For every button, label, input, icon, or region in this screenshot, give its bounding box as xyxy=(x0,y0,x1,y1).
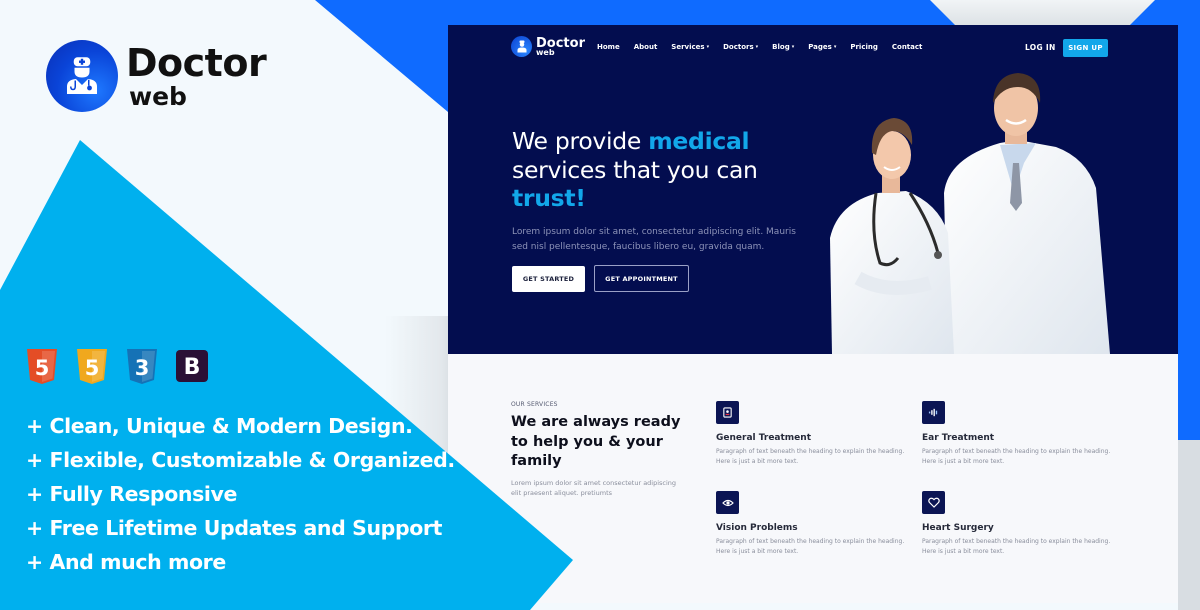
hero-title: We provide medical services that you can… xyxy=(512,127,758,213)
card-text: Paragraph of text beneath the heading to… xyxy=(922,448,1111,465)
feature-item: + And much more xyxy=(26,550,226,574)
nav-link-blog[interactable]: Blog ▾ xyxy=(772,43,794,51)
card-text: Paragraph of text beneath the heading to… xyxy=(922,538,1111,555)
nav-link-label: Pricing xyxy=(850,43,878,51)
feature-item: + Fully Responsive xyxy=(26,482,237,506)
service-card-ear-treatment[interactable]: Ear Treatment Paragraph of text beneath … xyxy=(922,401,1112,467)
card-text: Paragraph of text beneath the heading to… xyxy=(716,448,905,465)
signup-button[interactable]: SIGN UP xyxy=(1063,39,1108,57)
hero-title-text: services that you can xyxy=(512,155,758,184)
nav-link-label: Doctors xyxy=(723,43,754,51)
feature-item: + Free Lifetime Updates and Support xyxy=(26,516,443,540)
nav-link-label: About xyxy=(633,43,658,51)
service-card-general-treatment[interactable]: General Treatment Paragraph of text bene… xyxy=(716,401,906,467)
svg-text:5: 5 xyxy=(35,356,50,380)
service-card-heart-surgery[interactable]: Heart Surgery Paragraph of text beneath … xyxy=(922,491,1112,557)
two-doctors-photo xyxy=(830,73,1110,354)
hero-description: Lorem ipsum dolor sit amet, consectetur … xyxy=(512,227,796,252)
nav-link-label: Blog xyxy=(772,43,790,51)
nav-brand[interactable]: Doctor web xyxy=(511,36,585,57)
caret-down-icon: ▾ xyxy=(755,44,759,50)
caret-down-icon: ▾ xyxy=(833,44,837,50)
nav-link-label: Pages xyxy=(808,43,832,51)
brand-name: Doctor xyxy=(126,40,267,85)
feature-item: + Flexible, Customizable & Organized. xyxy=(26,448,455,472)
get-appointment-button[interactable]: GET APPOINTMENT xyxy=(594,265,689,292)
doctor-avatar-icon xyxy=(511,36,532,57)
brand: Doctor web xyxy=(46,40,267,112)
svg-text:3: 3 xyxy=(135,356,150,380)
eye-icon xyxy=(716,491,739,514)
services-eyebrow: OUR SERVICES xyxy=(511,401,558,408)
login-link[interactable]: LOG IN xyxy=(1025,43,1056,52)
feature-item: + Clean, Unique & Modern Design. xyxy=(26,414,413,438)
card-title: Ear Treatment xyxy=(922,433,995,443)
tech-icons: 5 5 3 B xyxy=(25,348,209,385)
hero-title-text: We provide xyxy=(512,127,649,155)
card-title: Heart Surgery xyxy=(922,523,994,533)
nav-link-label: Home xyxy=(597,43,620,51)
nav-link-contact[interactable]: Contact xyxy=(892,43,923,51)
card-text: Paragraph of text beneath the heading to… xyxy=(716,538,905,555)
hero-section: Doctor web Home About Services ▾ Doctors ▾ Blo… xyxy=(448,25,1178,354)
nav-link-about[interactable]: About xyxy=(634,43,658,51)
svg-text:5: 5 xyxy=(85,356,100,380)
svg-text:B: B xyxy=(184,355,201,380)
hero-title-accent: medical xyxy=(648,127,750,155)
right-gray-strip xyxy=(1178,440,1200,610)
bootstrap-icon: B xyxy=(175,348,209,385)
hero-title-accent: trust! xyxy=(512,184,586,212)
sound-wave-icon xyxy=(922,401,945,424)
brand-sub: web xyxy=(129,81,187,111)
website-mockup: Doctor web Home About Services ▾ Doctors ▾ Blo… xyxy=(448,25,1178,603)
caret-down-icon: ▾ xyxy=(791,44,795,50)
nav-link-pricing[interactable]: Pricing xyxy=(850,43,878,51)
nav-link-doctors[interactable]: Doctors ▾ xyxy=(723,43,758,51)
nav-links: Home About Services ▾ Doctors ▾ Blog ▾ Pages ▾ Pri… xyxy=(597,43,936,51)
javascript-icon: 5 xyxy=(75,348,109,385)
feature-list: + Clean, Unique & Modern Design. + Flexib… xyxy=(26,409,455,579)
caret-down-icon: ▾ xyxy=(706,44,710,50)
card-title: General Treatment xyxy=(716,433,811,443)
css3-icon: 3 xyxy=(125,348,159,385)
services-section: OUR SERVICES We are always ready to help… xyxy=(448,354,1178,603)
heart-icon xyxy=(922,491,945,514)
nav-link-label: Services xyxy=(671,43,705,51)
html5-icon: 5 xyxy=(25,348,59,385)
gray-notch xyxy=(930,0,1155,25)
id-card-icon xyxy=(716,401,739,424)
services-description: Lorem ipsum dolor sit amet consectetur a… xyxy=(511,479,677,497)
nav-link-pages[interactable]: Pages ▾ xyxy=(808,43,836,51)
get-started-button[interactable]: GET STARTED xyxy=(512,266,585,292)
nav-link-services[interactable]: Services ▾ xyxy=(671,43,709,51)
card-title: Vision Problems xyxy=(716,523,798,533)
services-title: We are always ready to help you & your f… xyxy=(511,414,681,469)
nav-link-home[interactable]: Home xyxy=(597,43,620,51)
doctor-avatar-icon xyxy=(46,40,118,112)
nav-link-label: Contact xyxy=(891,43,923,51)
service-card-vision-problems[interactable]: Vision Problems Paragraph of text beneat… xyxy=(716,491,906,557)
